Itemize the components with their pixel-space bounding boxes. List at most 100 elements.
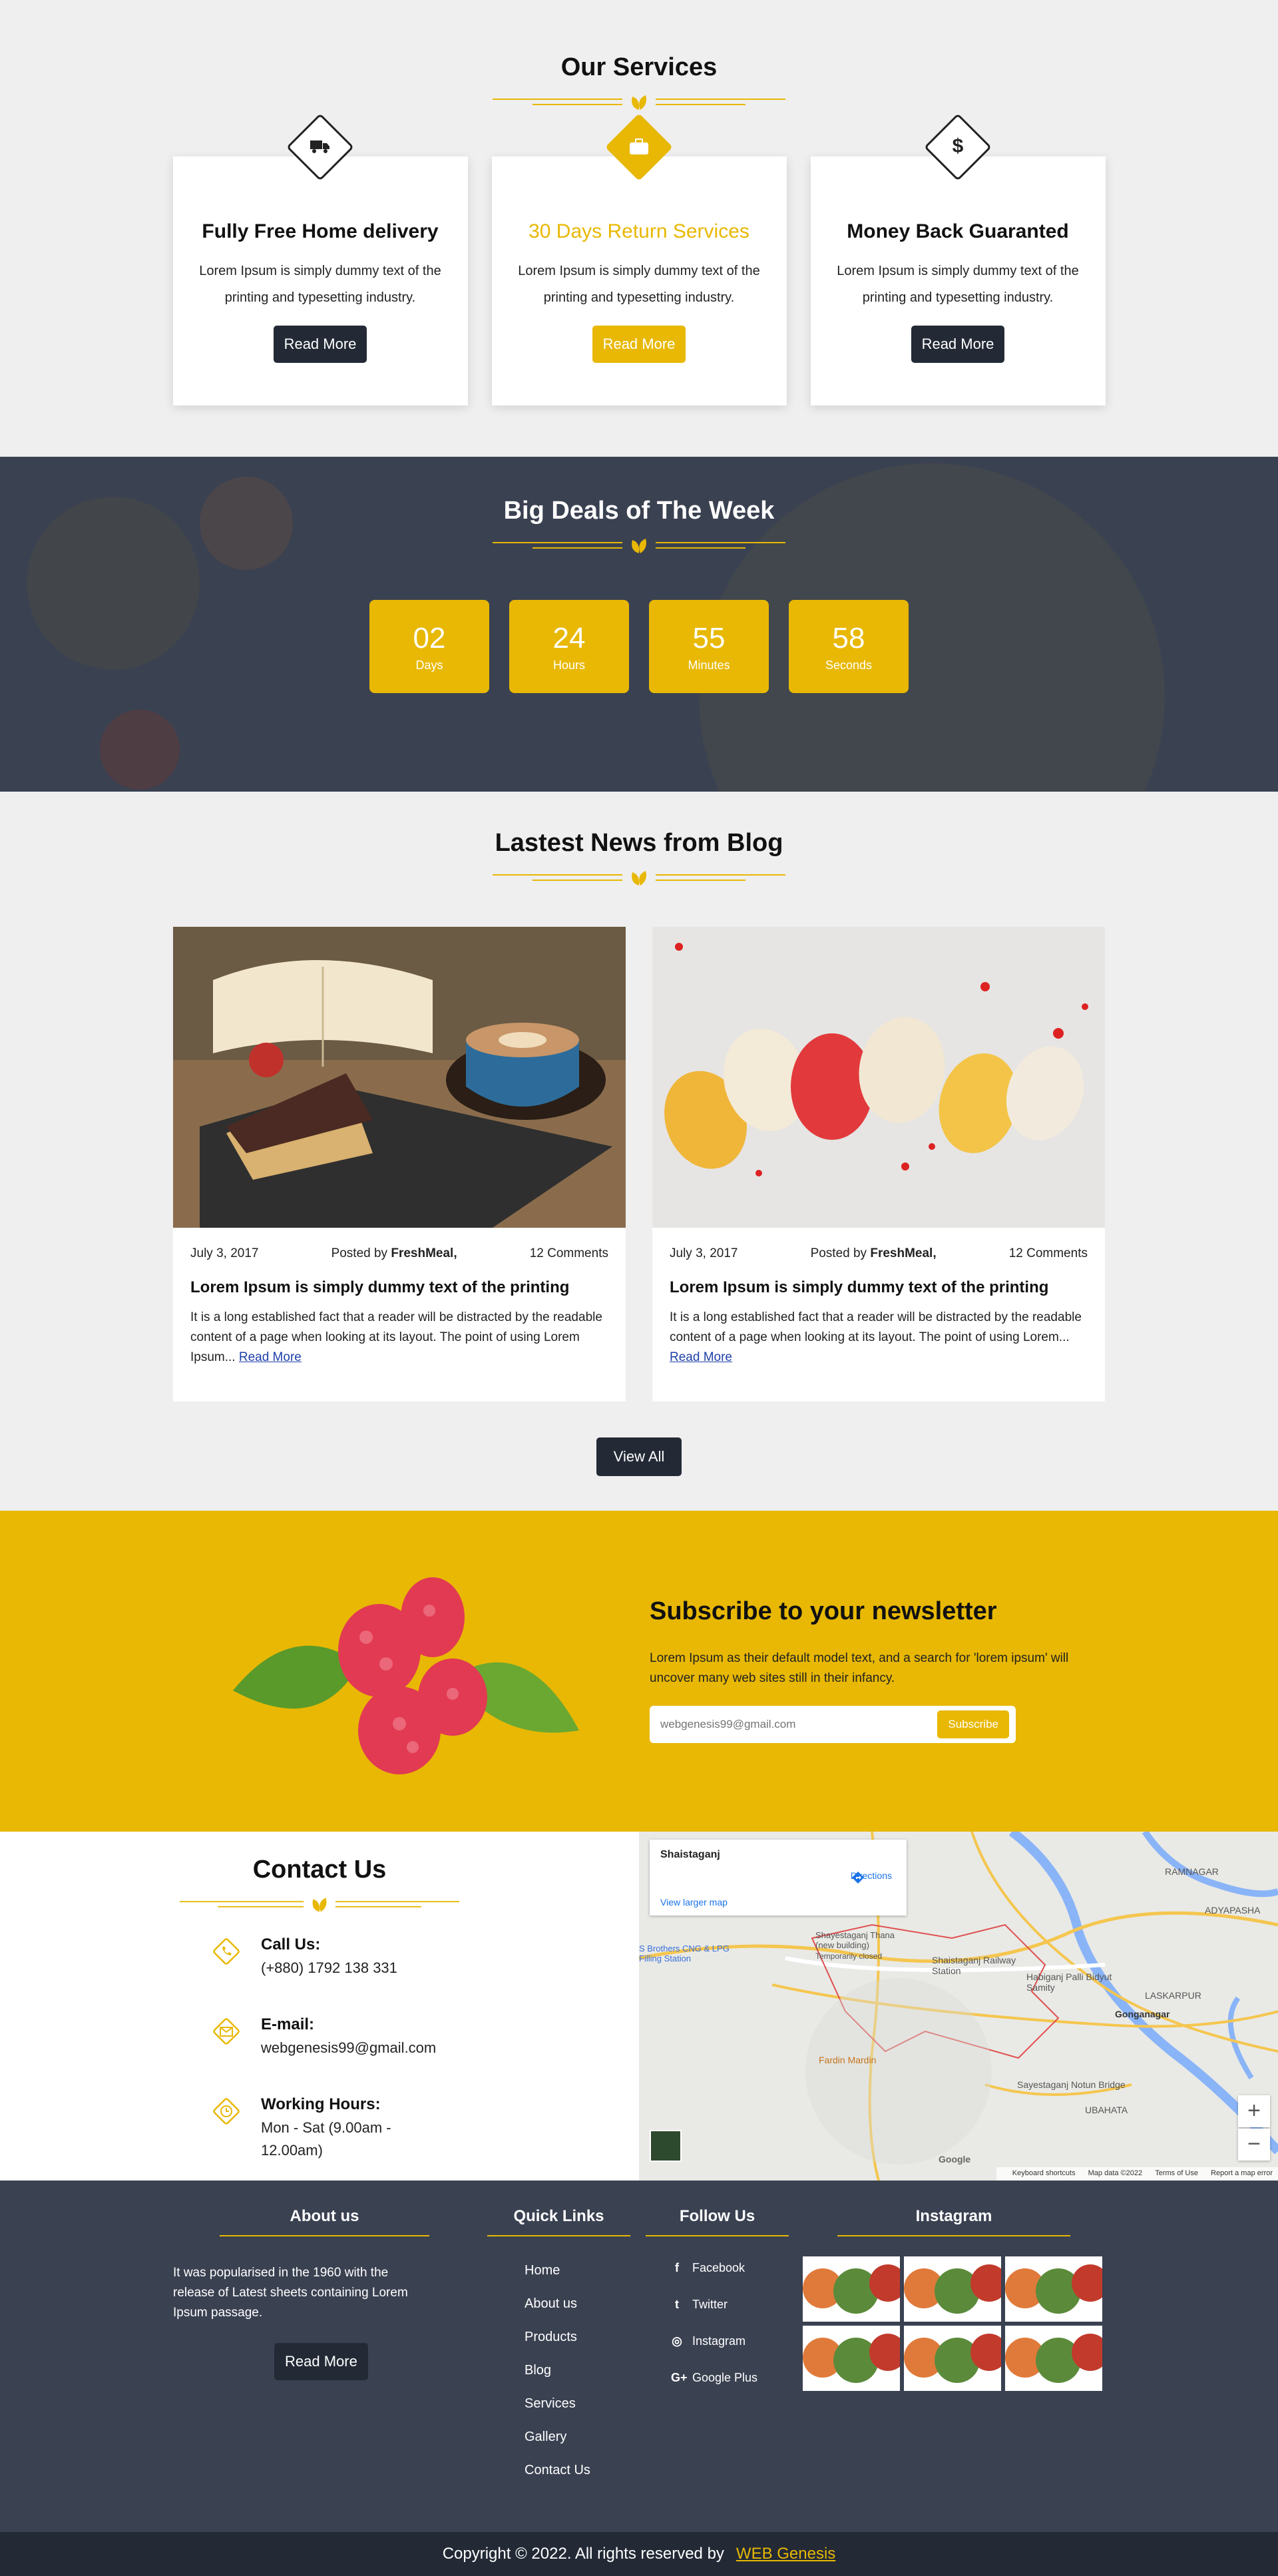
- map-label: Shayestaganj Thana (new building): [815, 1930, 895, 1950]
- map-label: RAMNAGAR: [1165, 1866, 1219, 1877]
- twitter-icon: t: [675, 2298, 679, 2311]
- service-title: Money Back Guaranted: [847, 220, 1069, 242]
- post-excerpt: It is a long established fact that a rea…: [652, 1297, 1105, 1368]
- footer-link[interactable]: Products: [525, 2320, 630, 2354]
- phone-icon: [213, 1938, 240, 1965]
- view-larger-map-link[interactable]: View larger map: [660, 1897, 728, 1908]
- map-footer-link[interactable]: Terms of Use: [1155, 2169, 1198, 2177]
- google-plus-icon: G+: [671, 2371, 688, 2384]
- footer-follow: Follow Us f Facebook t Twitter ◎ Instagram …: [646, 2207, 789, 2396]
- service-text: Lorem Ipsum is simply dummy text of the …: [837, 264, 1079, 305]
- deals-section: Big Deals of The Week 02 Days 24 Hours 55 M…: [0, 457, 1278, 792]
- counter-value: 02: [413, 622, 446, 654]
- map-footer-link[interactable]: Keyboard shortcuts: [1012, 2169, 1076, 2177]
- post-comments[interactable]: 12 Comments: [530, 1246, 608, 1261]
- follow-label: Instagram: [692, 2334, 746, 2348]
- instagram-thumb[interactable]: [1005, 2326, 1102, 2391]
- email-value[interactable]: webgenesis99@gmail.com: [261, 2037, 436, 2059]
- countdown-minutes: 55 Minutes: [649, 600, 769, 693]
- footer-link[interactable]: Services: [525, 2387, 630, 2420]
- newsletter-text: Lorem Ipsum as their default model text,…: [650, 1651, 1069, 1685]
- contact-email: E-mail: webgenesis99@gmail.com: [210, 2015, 436, 2059]
- bg-food-image: [100, 710, 180, 790]
- post-comments[interactable]: 12 Comments: [1009, 1246, 1088, 1261]
- post-image[interactable]: [173, 927, 626, 1228]
- satellite-toggle[interactable]: [650, 2130, 682, 2162]
- briefcase-icon: [622, 130, 656, 163]
- post-author[interactable]: FreshMeal,: [391, 1246, 457, 1260]
- instagram-thumb[interactable]: [904, 2256, 1001, 2322]
- brand-link[interactable]: WEB Genesis: [736, 2545, 835, 2563]
- post-excerpt: It is a long established fact that a rea…: [173, 1297, 626, 1368]
- call-value[interactable]: (+880) 1792 138 331: [261, 1957, 397, 1979]
- title-divider: [493, 87, 785, 117]
- post-title[interactable]: Lorem Ipsum is simply dummy text of the …: [652, 1261, 1105, 1297]
- follow-label: Facebook: [692, 2261, 746, 2274]
- instagram-icon: ◎: [672, 2334, 682, 2348]
- google-logo: Google: [939, 2154, 971, 2165]
- instagram-thumb[interactable]: [803, 2326, 900, 2391]
- zoom-out-button[interactable]: −: [1238, 2129, 1270, 2161]
- instagram-link[interactable]: ◎ Instagram: [646, 2323, 789, 2360]
- counter-label: Hours: [552, 658, 585, 672]
- email-input[interactable]: [660, 1718, 938, 1731]
- zoom-in-button[interactable]: +: [1238, 2095, 1270, 2127]
- contact-info: Contact Us Call Us: (+880) 1792 138 331 E…: [0, 1832, 639, 2181]
- counter-value: 55: [692, 622, 726, 654]
- read-more-link[interactable]: Read More: [239, 1350, 302, 1364]
- newsletter-section: Subscribe to your newsletter Lorem Ipsum…: [0, 1511, 1278, 1832]
- map-label: Shaistaganj Railway Station: [932, 1955, 1016, 1976]
- subscribe-button[interactable]: Subscribe: [937, 1710, 1009, 1738]
- instagram-thumb[interactable]: [803, 2256, 900, 2322]
- copyright-bar: Copyright © 2022. All rights reserved by…: [0, 2532, 1278, 2576]
- email-icon: [213, 2018, 240, 2045]
- counter-value: 24: [552, 622, 586, 654]
- call-label: Call Us:: [261, 1935, 321, 1953]
- footer-link[interactable]: Home: [525, 2254, 630, 2287]
- raspberry-image: [233, 1577, 579, 1774]
- facebook-link[interactable]: f Facebook: [646, 2250, 789, 2286]
- footer-link[interactable]: Contact Us: [525, 2453, 630, 2487]
- posted-by-label: Posted by: [810, 1246, 867, 1260]
- footer-quick-links: Quick Links Home About us Products Blog …: [487, 2207, 630, 2487]
- title-divider: [493, 863, 785, 892]
- footer-read-more-button[interactable]: Read More: [274, 2343, 368, 2380]
- post-date: July 3, 2017: [190, 1246, 259, 1260]
- footer-about-title: About us: [220, 2207, 429, 2236]
- contact-phone: Call Us: (+880) 1792 138 331: [210, 1935, 397, 1979]
- instagram-thumb[interactable]: [1005, 2256, 1102, 2322]
- read-more-link[interactable]: Read More: [670, 1350, 732, 1364]
- services-section: Our Services Fully Free Home delivery Lo…: [0, 0, 1278, 457]
- read-more-button[interactable]: Read More: [273, 326, 367, 363]
- view-all-button[interactable]: View All: [596, 1437, 682, 1476]
- post-author[interactable]: FreshMeal,: [870, 1246, 936, 1260]
- footer-link[interactable]: Gallery: [525, 2420, 630, 2453]
- counter-value: 58: [832, 622, 865, 654]
- map-label: Temporarily closed: [815, 1951, 883, 1961]
- service-card: 30 Days Return Services Lorem Ipsum is s…: [491, 113, 787, 405]
- embedded-map[interactable]: Shaistaganj Directions View larger map R…: [639, 1832, 1278, 2181]
- services-title: Our Services: [560, 53, 718, 81]
- read-more-button[interactable]: Read More: [592, 326, 686, 363]
- quick-links-title: Quick Links: [487, 2207, 630, 2236]
- twitter-link[interactable]: t Twitter: [646, 2286, 789, 2323]
- service-text: Lorem Ipsum is simply dummy text of the …: [518, 264, 760, 305]
- post-image[interactable]: [652, 927, 1105, 1228]
- map-footer-text: Map data ©2022: [1088, 2169, 1143, 2177]
- title-divider: [180, 1890, 459, 1919]
- read-more-button[interactable]: Read More: [911, 326, 1005, 363]
- directions-link[interactable]: Directions: [851, 1870, 892, 1884]
- instagram-thumb[interactable]: [904, 2326, 1001, 2391]
- clock-icon: [213, 2098, 240, 2125]
- post-title[interactable]: Lorem Ipsum is simply dummy text of the …: [173, 1261, 626, 1297]
- footer-instagram: Instagram: [803, 2207, 1105, 2391]
- instagram-title: Instagram: [837, 2207, 1070, 2236]
- footer-link[interactable]: Blog: [525, 2354, 630, 2387]
- google-plus-link[interactable]: G+ Google Plus: [646, 2360, 789, 2396]
- contact-title: Contact Us: [252, 1856, 387, 1884]
- footer-link[interactable]: About us: [525, 2287, 630, 2320]
- counter-label: Minutes: [688, 658, 730, 672]
- directions-icon: [851, 1872, 864, 1884]
- map-footer-link[interactable]: Report a map error: [1211, 2169, 1273, 2177]
- countdown-hours: 24 Hours: [509, 600, 629, 693]
